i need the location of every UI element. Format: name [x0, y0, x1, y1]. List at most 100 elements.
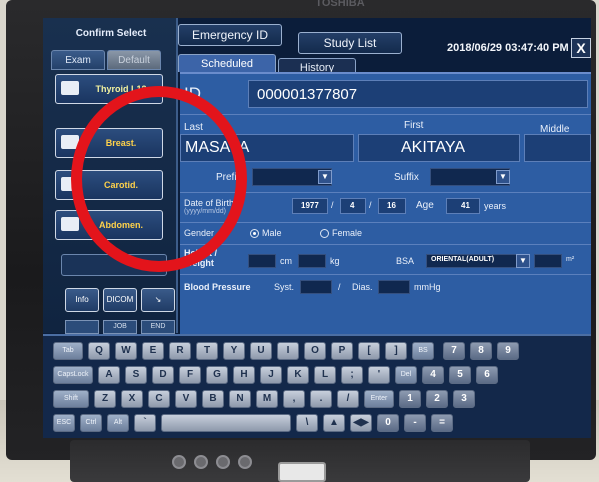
weight-field[interactable]: [298, 254, 326, 268]
tab-emergency-id[interactable]: Emergency ID: [178, 24, 282, 46]
keyboard-key[interactable]: Ctrl: [80, 414, 102, 432]
keyboard-key[interactable]: ;: [341, 366, 363, 384]
keyboard-key[interactable]: R: [169, 342, 191, 360]
keyboard-key[interactable]: L: [314, 366, 336, 384]
tab-default[interactable]: Default: [107, 50, 161, 70]
keyboard-key[interactable]: G: [206, 366, 228, 384]
tab-exam[interactable]: Exam: [51, 50, 105, 70]
gender-female-radio[interactable]: [320, 229, 329, 238]
keyboard-key[interactable]: P: [331, 342, 353, 360]
confirm-select-button[interactable]: Confirm Select: [61, 24, 161, 44]
suffix-label: Suffix: [394, 172, 419, 183]
keyboard-key[interactable]: [161, 414, 291, 432]
divider: [180, 244, 591, 245]
keyboard-key[interactable]: 3: [453, 390, 475, 408]
keyboard-key[interactable]: C: [148, 390, 170, 408]
keyboard-key[interactable]: `: [134, 414, 156, 432]
keyboard-key[interactable]: 6: [476, 366, 498, 384]
keyboard-key[interactable]: 8: [470, 342, 492, 360]
keyboard-key[interactable]: ]: [385, 342, 407, 360]
systolic-field[interactable]: [300, 280, 332, 294]
keyboard-key[interactable]: Alt: [107, 414, 129, 432]
lower-button[interactable]: [65, 320, 99, 334]
keyboard-key[interactable]: Z: [94, 390, 116, 408]
keyboard-key[interactable]: B: [202, 390, 224, 408]
dob-day-field[interactable]: 16: [378, 198, 406, 214]
keyboard-key[interactable]: ': [368, 366, 390, 384]
keyboard-key[interactable]: W: [115, 342, 137, 360]
keyboard-key[interactable]: .: [310, 390, 332, 408]
red-annotation-circle: [71, 86, 247, 272]
keyboard-key[interactable]: S: [125, 366, 147, 384]
dicom-button[interactable]: DICOM: [103, 288, 137, 312]
keyboard-key[interactable]: K: [287, 366, 309, 384]
keyboard-key[interactable]: ▲: [323, 414, 345, 432]
control-knob[interactable]: [238, 455, 252, 469]
keyboard-key[interactable]: /: [337, 390, 359, 408]
job-button[interactable]: JOB: [103, 320, 137, 334]
keyboard-key[interactable]: Q: [88, 342, 110, 360]
keyboard-key[interactable]: 7: [443, 342, 465, 360]
keyboard-key[interactable]: 5: [449, 366, 471, 384]
age-value: 41: [461, 201, 470, 210]
keyboard-key[interactable]: 1: [399, 390, 421, 408]
dob-year-field[interactable]: 1977: [292, 198, 328, 214]
keyboard-key[interactable]: Del: [395, 366, 417, 384]
keyboard-key[interactable]: Tab: [53, 342, 83, 360]
keyboard-key[interactable]: 0: [377, 414, 399, 432]
keyboard-key[interactable]: 2: [426, 390, 448, 408]
keyboard-key[interactable]: Y: [223, 342, 245, 360]
keyboard-key[interactable]: T: [196, 342, 218, 360]
keyboard-key[interactable]: [: [358, 342, 380, 360]
keyboard-key[interactable]: ,: [283, 390, 305, 408]
id-field[interactable]: 000001377807: [248, 80, 588, 108]
tab-scheduled[interactable]: Scheduled: [178, 54, 276, 72]
close-button[interactable]: X: [571, 38, 591, 58]
keyboard-key[interactable]: X: [121, 390, 143, 408]
control-knob[interactable]: [172, 455, 186, 469]
keyboard-key[interactable]: I: [277, 342, 299, 360]
keyboard-key[interactable]: ESC: [53, 414, 75, 432]
gender-female-label: Female: [332, 228, 363, 238]
keyboard-key[interactable]: D: [152, 366, 174, 384]
first-name-field[interactable]: AKITAYA: [358, 134, 520, 162]
keyboard-key[interactable]: =: [431, 414, 453, 432]
divider: [180, 222, 591, 223]
keyboard-key[interactable]: BS: [412, 342, 434, 360]
info-button[interactable]: Info: [65, 288, 99, 312]
gender-male-radio[interactable]: [250, 229, 259, 238]
bsa-method-select[interactable]: ORIENTAL(ADULT) ▼: [426, 254, 530, 268]
middle-name-field[interactable]: [524, 134, 591, 162]
keyboard-key[interactable]: 4: [422, 366, 444, 384]
keyboard-key[interactable]: E: [142, 342, 164, 360]
keyboard-key[interactable]: ◀▶: [350, 414, 372, 432]
keyboard-key[interactable]: A: [98, 366, 120, 384]
keyboard-key[interactable]: \: [296, 414, 318, 432]
control-knob[interactable]: [216, 455, 230, 469]
date-separator: /: [369, 200, 372, 210]
keyboard-key[interactable]: O: [304, 342, 326, 360]
height-field[interactable]: [248, 254, 276, 268]
keyboard-key[interactable]: Enter: [364, 390, 394, 408]
systolic-label: Syst.: [274, 282, 295, 292]
keyboard-key[interactable]: F: [179, 366, 201, 384]
keyboard-key[interactable]: J: [260, 366, 282, 384]
keyboard-key[interactable]: 9: [497, 342, 519, 360]
keyboard-key[interactable]: V: [175, 390, 197, 408]
chevron-down-icon: ▼: [516, 254, 530, 268]
keyboard-key[interactable]: M: [256, 390, 278, 408]
keyboard-key[interactable]: U: [250, 342, 272, 360]
keyboard-key[interactable]: Shift: [53, 390, 89, 408]
end-button[interactable]: END: [141, 320, 175, 334]
tab-study-list[interactable]: Study List: [298, 32, 402, 54]
prefix-select[interactable]: ▼: [252, 168, 332, 186]
control-knob[interactable]: [194, 455, 208, 469]
transfer-button[interactable]: ↘: [141, 288, 175, 312]
keyboard-key[interactable]: CapsLock: [53, 366, 93, 384]
keyboard-key[interactable]: -: [404, 414, 426, 432]
diastolic-field[interactable]: [378, 280, 410, 294]
dob-month-field[interactable]: 4: [340, 198, 366, 214]
keyboard-key[interactable]: H: [233, 366, 255, 384]
suffix-select[interactable]: ▼: [430, 168, 510, 186]
keyboard-key[interactable]: N: [229, 390, 251, 408]
